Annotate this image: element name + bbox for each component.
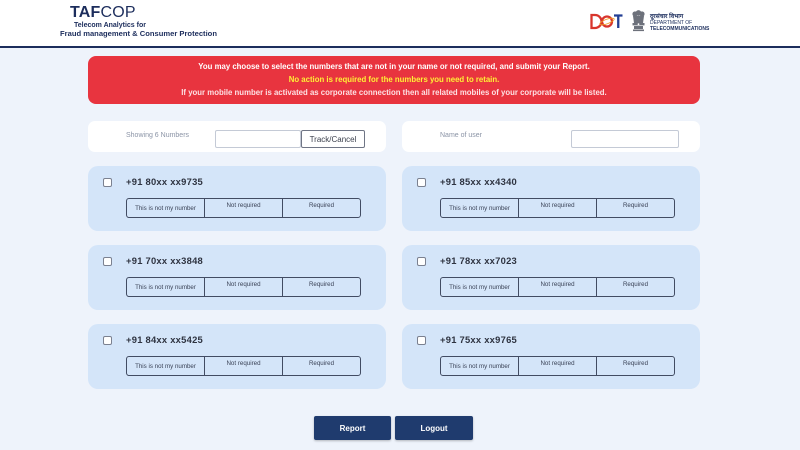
dot-logo xyxy=(590,8,624,34)
select-number-checkbox[interactable] xyxy=(103,257,112,266)
not-required-button[interactable]: Not required xyxy=(205,278,283,296)
mobile-number: +91 80xx xx9735 xyxy=(126,176,204,187)
numbers-count-label: Showing 6 Numbers xyxy=(126,132,190,139)
number-card: +91 75xx xx9765 This is not my number No… xyxy=(402,324,700,389)
dot-logo-graphic xyxy=(590,13,623,30)
emblem-plinth xyxy=(633,29,644,32)
emblem-base xyxy=(634,26,643,29)
mobile-number: +91 78xx xx7023 xyxy=(440,255,518,266)
required-button[interactable]: Required xyxy=(597,278,674,296)
not-my-number-button[interactable]: This is not my number xyxy=(441,278,519,296)
report-option-group: This is not my number Not required Requi… xyxy=(440,277,675,297)
national-emblem-graphic xyxy=(632,10,645,32)
report-option-group: This is not my number Not required Requi… xyxy=(440,198,675,218)
instruction-banner: You may choose to select the numbers tha… xyxy=(88,56,700,104)
mobile-number: +91 75xx xx9765 xyxy=(440,334,518,345)
select-number-checkbox[interactable] xyxy=(103,336,112,345)
instruction-line-1: You may choose to select the numbers tha… xyxy=(198,62,590,71)
track-cancel-button[interactable]: Track/Cancel xyxy=(301,130,365,148)
select-number-checkbox[interactable] xyxy=(417,178,426,187)
action-bar: Report Logout xyxy=(314,416,473,440)
not-required-button[interactable]: Not required xyxy=(205,199,283,217)
not-required-button[interactable]: Not required xyxy=(519,199,597,217)
instruction-line-3: If your mobile number is activated as co… xyxy=(181,88,607,97)
not-my-number-button[interactable]: This is not my number xyxy=(127,357,205,375)
not-my-number-button[interactable]: This is not my number xyxy=(127,199,205,217)
department-name: दूरसंचार विभाग DEPARTMENT OF TELECOMMUNI… xyxy=(650,13,709,32)
mobile-number: +91 70xx xx3848 xyxy=(126,255,204,266)
mobile-number: +91 85xx xx4340 xyxy=(440,176,518,187)
required-button[interactable]: Required xyxy=(597,357,674,375)
number-card-grid: +91 80xx xx9735 This is not my number No… xyxy=(88,166,700,389)
tagline-line-2: Fraud management & Consumer Protection xyxy=(60,29,217,38)
logo-wordmark-taf: TAF xyxy=(70,4,101,21)
tafcop-logo[interactable]: TAFCOP Telecom Analytics for Fraud manag… xyxy=(60,4,230,42)
not-my-number-button[interactable]: This is not my number xyxy=(441,357,519,375)
emblem-body xyxy=(633,16,644,23)
not-required-button[interactable]: Not required xyxy=(519,278,597,296)
report-option-group: This is not my number Not required Requi… xyxy=(126,277,361,297)
number-card: +91 70xx xx3848 This is not my number No… xyxy=(88,245,386,310)
select-number-checkbox[interactable] xyxy=(417,336,426,345)
required-button[interactable]: Required xyxy=(597,199,674,217)
logo-wordmark: TAFCOP xyxy=(70,4,136,21)
user-name-input[interactable] xyxy=(571,130,679,148)
header-divider xyxy=(0,46,800,48)
number-card: +91 84xx xx5425 This is not my number No… xyxy=(88,324,386,389)
site-header: TAFCOP Telecom Analytics for Fraud manag… xyxy=(0,0,800,46)
department-name-line-2: TELECOMMUNICATIONS xyxy=(650,25,710,32)
not-required-button[interactable]: Not required xyxy=(519,357,597,375)
logout-button[interactable]: Logout xyxy=(395,416,473,440)
report-option-group: This is not my number Not required Requi… xyxy=(126,356,361,376)
required-button[interactable]: Required xyxy=(283,278,360,296)
national-emblem-logo xyxy=(631,9,646,33)
mobile-number: +91 84xx xx5425 xyxy=(126,334,204,345)
select-number-checkbox[interactable] xyxy=(103,178,112,187)
not-my-number-button[interactable]: This is not my number xyxy=(441,199,519,217)
instruction-line-2: No action is required for the numbers yo… xyxy=(288,75,500,84)
dot-logo-letter-d xyxy=(590,13,603,30)
select-number-checkbox[interactable] xyxy=(417,257,426,266)
user-name-label: Name of user xyxy=(440,132,483,139)
logo-wordmark-cop: COP xyxy=(100,4,136,21)
required-button[interactable]: Required xyxy=(283,199,360,217)
track-filter-panel: Showing 6 Numbers Track/Cancel xyxy=(88,121,386,152)
user-name-panel: Name of user xyxy=(402,121,700,152)
not-required-button[interactable]: Not required xyxy=(205,357,283,375)
track-input[interactable] xyxy=(215,130,301,148)
number-card: +91 78xx xx7023 This is not my number No… xyxy=(402,245,700,310)
report-option-group: This is not my number Not required Requi… xyxy=(126,198,361,218)
report-option-group: This is not my number Not required Requi… xyxy=(440,356,675,376)
not-my-number-button[interactable]: This is not my number xyxy=(127,278,205,296)
number-card: +91 85xx xx4340 This is not my number No… xyxy=(402,166,700,231)
emblem-wheel xyxy=(637,23,640,26)
required-button[interactable]: Required xyxy=(283,357,360,375)
report-button[interactable]: Report xyxy=(314,416,391,440)
dot-logo-letter-t xyxy=(614,14,623,28)
number-card: +91 80xx xx9735 This is not my number No… xyxy=(88,166,386,231)
emblem-lion-right xyxy=(639,11,645,17)
